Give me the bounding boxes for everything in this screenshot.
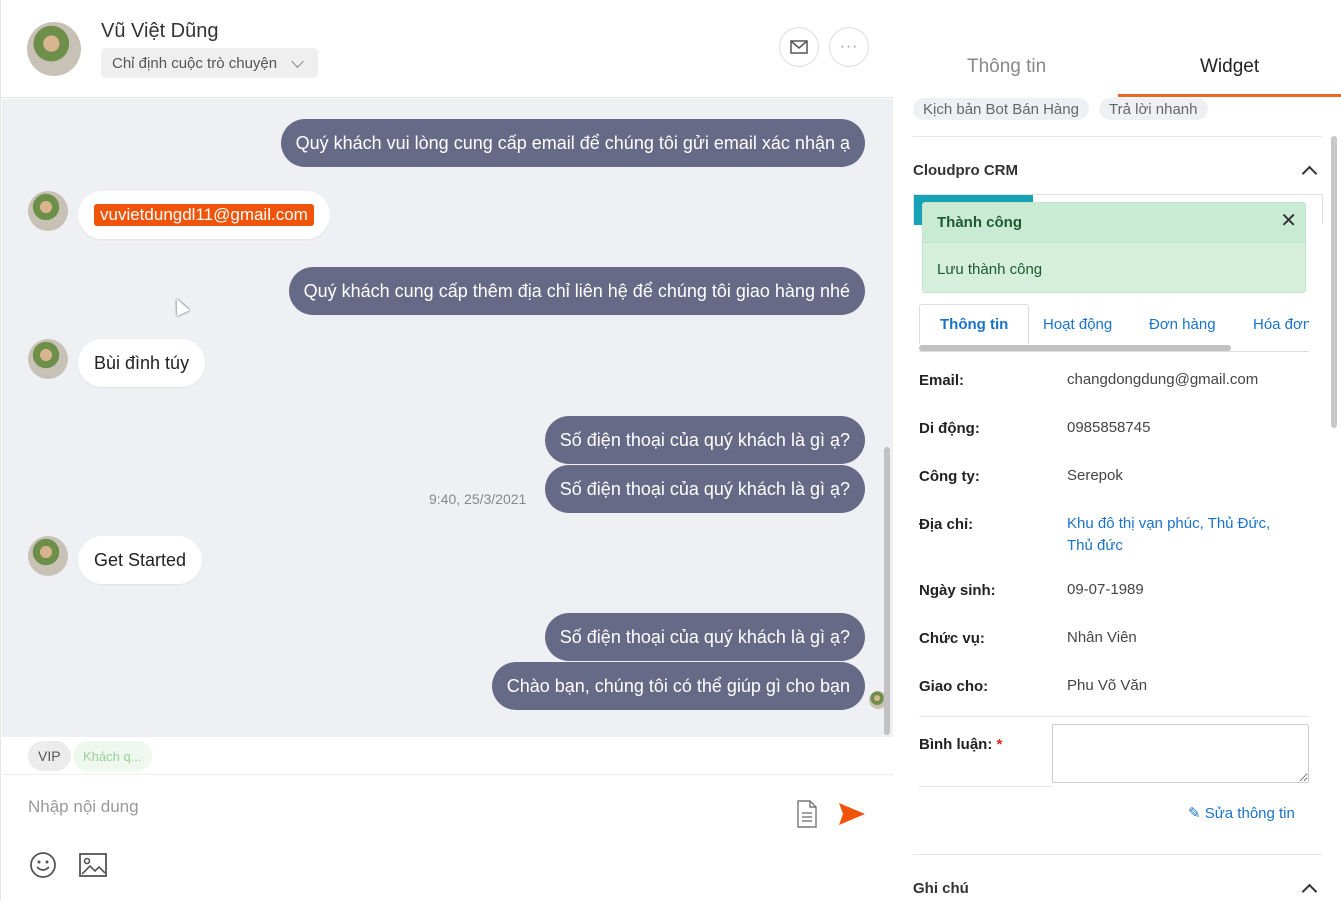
email-highlight[interactable]: vuvietdungdl11@gmail.com	[94, 204, 314, 226]
file-icon	[797, 800, 817, 828]
crm-tab-activity[interactable]: Hoạt động	[1023, 304, 1132, 344]
message-incoming: vuvietdungdl11@gmail.com	[78, 191, 330, 239]
field-value-address[interactable]: Khu đô thị vạn phúc, Thủ Đức, Thủ đức	[1067, 513, 1277, 557]
crm-tabs: Thông tin Hoạt động Đơn hàng Hóa đơn	[919, 304, 1309, 352]
message-outgoing: Số điện thoại của quý khách là gì ạ?	[544, 613, 865, 661]
field-value-birthday: 09-07-1989	[1067, 581, 1144, 598]
field-value-email: changdongdung@gmail.com	[1067, 371, 1259, 388]
field-label-address: Địa chỉ:	[919, 516, 974, 533]
field-label-comment: Bình luận: *	[919, 736, 1002, 753]
emoji-button[interactable]	[29, 851, 57, 879]
message-outgoing: Số điện thoại của quý khách là gì ạ?	[544, 465, 865, 513]
assign-conversation-label: Chỉ định cuộc trò chuyện	[112, 54, 278, 72]
field-label-birthday: Ngày sinh:	[919, 582, 996, 599]
more-icon: ···	[839, 38, 859, 55]
sender-avatar	[28, 191, 68, 231]
image-icon	[79, 853, 107, 877]
assign-conversation-dropdown[interactable]: Chỉ định cuộc trò chuyện	[101, 48, 318, 78]
divider	[919, 786, 1052, 787]
divider	[913, 854, 1322, 855]
sender-avatar	[28, 339, 68, 379]
message-outgoing: Số điện thoại của quý khách là gì ạ?	[544, 416, 865, 464]
field-value-mobile: 0985858745	[1067, 419, 1151, 436]
message-outgoing: Quý khách cung cấp thêm địa chỉ liên hệ …	[288, 267, 865, 315]
divider	[913, 136, 1322, 137]
notes-section-title: Ghi chú	[913, 880, 969, 897]
close-icon[interactable]: ✕	[1280, 211, 1297, 231]
field-value-position: Nhân Viên	[1067, 629, 1137, 646]
edit-info-link[interactable]: ✎ Sửa thông tin	[1188, 804, 1295, 822]
field-label-assigned: Giao cho:	[919, 678, 989, 695]
contact-avatar[interactable]	[27, 22, 81, 76]
pencil-icon: ✎	[1188, 805, 1201, 822]
side-tabs: Thông tin Widget	[894, 0, 1341, 98]
field-label-company: Công ty:	[919, 468, 980, 485]
bot-script-chip[interactable]: Kịch bản Bot Bán Hàng	[913, 98, 1089, 120]
crm-tab-invoices[interactable]: Hóa đơn	[1233, 304, 1309, 344]
emoji-icon	[30, 852, 56, 878]
success-toast: Thành công ✕ Lưu thành công	[922, 202, 1306, 293]
attach-file-button[interactable]	[796, 800, 818, 828]
app-root: Vũ Việt Dũng Chỉ định cuộc trò chuyện ··…	[0, 0, 1341, 901]
field-value-company: Serepok	[1067, 467, 1123, 484]
chat-scrollbar[interactable]	[884, 447, 890, 735]
tab-info[interactable]: Thông tin	[967, 56, 1046, 78]
field-label-email: Email:	[919, 372, 965, 389]
crm-tabs-scrollbar[interactable]	[919, 345, 1231, 351]
image-button[interactable]	[79, 853, 107, 877]
more-options-button[interactable]: ···	[829, 27, 869, 67]
tag-vip[interactable]: VIP	[28, 741, 71, 771]
toast-message: Lưu thành công	[937, 261, 1043, 278]
tags-bar: VIP Khách q...	[2, 737, 893, 775]
comment-label-text: Bình luận:	[919, 736, 993, 753]
toast-title: Thành công	[923, 203, 1305, 243]
message-input[interactable]	[28, 792, 768, 822]
tag-customer[interactable]: Khách q...	[73, 741, 152, 771]
active-tab-indicator	[1118, 94, 1341, 97]
crm-section-title: Cloudpro CRM	[913, 162, 1018, 179]
sender-avatar	[28, 536, 68, 576]
crm-tab-orders[interactable]: Đơn hàng	[1129, 304, 1236, 344]
send-icon	[839, 803, 865, 825]
mouse-cursor-icon	[170, 295, 190, 317]
tab-widget[interactable]: Widget	[1200, 56, 1259, 78]
chevron-down-icon	[291, 55, 304, 68]
message-outgoing: Quý khách vui lòng cung cấp email để chú…	[280, 119, 865, 167]
chevron-up-icon[interactable]	[1301, 165, 1318, 182]
chevron-up-icon[interactable]	[1301, 883, 1318, 900]
chat-header: Vũ Việt Dũng Chỉ định cuộc trò chuyện ··…	[1, 0, 893, 98]
field-label-position: Chức vụ:	[919, 630, 985, 647]
crm-tab-info[interactable]: Thông tin	[919, 304, 1030, 344]
chat-panel: Vũ Việt Dũng Chỉ định cuộc trò chuyện ··…	[0, 0, 893, 901]
email-button[interactable]	[779, 27, 819, 67]
send-button[interactable]	[838, 802, 866, 826]
message-timestamp: 9:40, 25/3/2021	[429, 491, 527, 507]
required-mark: *	[996, 736, 1003, 753]
quick-reply-chip[interactable]: Trả lời nhanh	[1099, 98, 1208, 120]
contact-name: Vũ Việt Dũng	[101, 20, 219, 42]
widget-content[interactable]: Kịch bản Bot Bán Hàng Trả lời nhanh Clou…	[894, 98, 1341, 901]
divider	[919, 716, 1309, 717]
message-list[interactable]: Quý khách vui lòng cung cấp email để chú…	[2, 99, 893, 737]
message-incoming: Get Started	[78, 536, 203, 584]
edit-info-label: Sửa thông tin	[1204, 805, 1295, 822]
message-outgoing: Chào bạn, chúng tôi có thể giúp gì cho b…	[491, 662, 865, 710]
comment-textarea[interactable]	[1052, 724, 1309, 783]
side-scrollbar[interactable]	[1331, 136, 1337, 428]
message-incoming: Bùi đình túy	[78, 339, 206, 387]
composer	[2, 776, 893, 901]
field-label-mobile: Di động:	[919, 420, 980, 437]
mail-icon	[790, 40, 808, 54]
field-value-assigned: Phu Võ Văn	[1067, 677, 1148, 694]
side-panel: Thông tin Widget Kịch bản Bot Bán Hàng T…	[894, 0, 1341, 901]
